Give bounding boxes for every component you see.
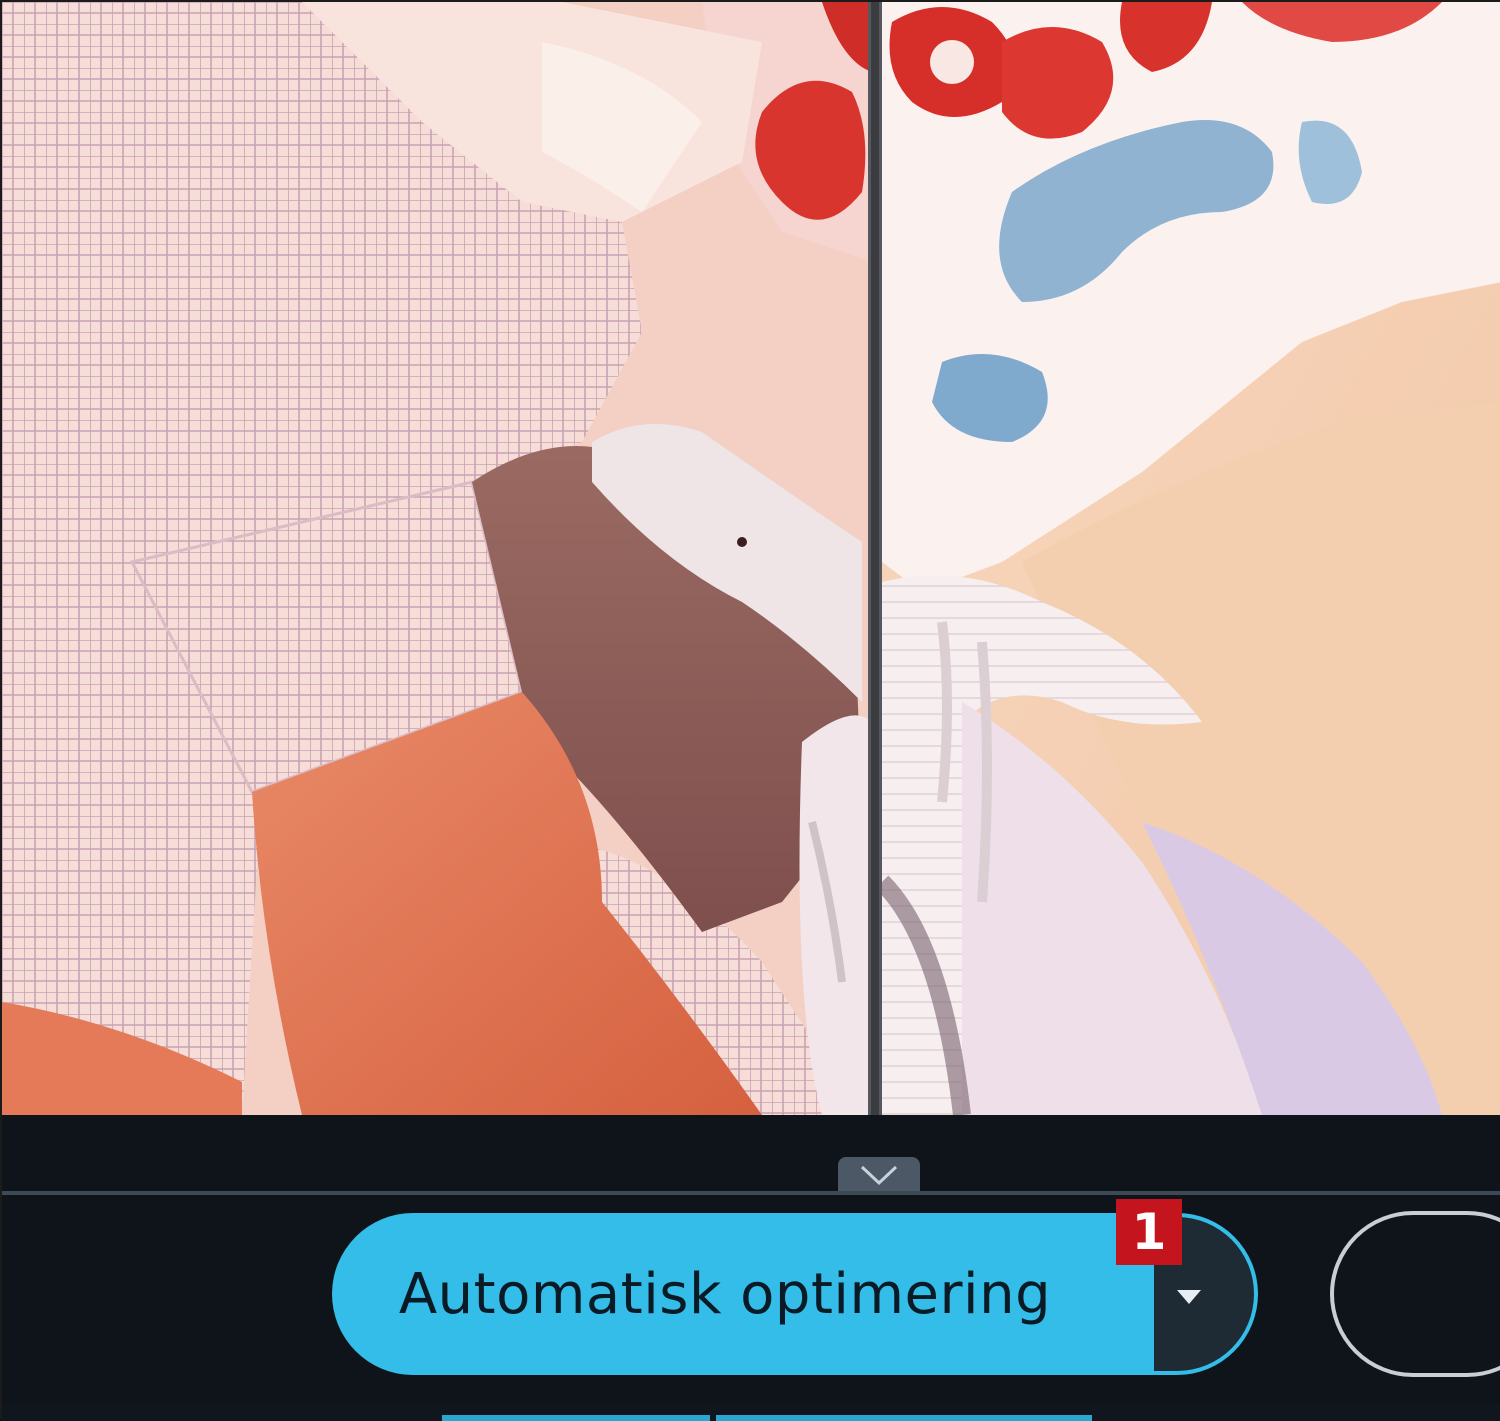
optimized-photo-image: [882, 2, 1500, 1115]
original-photo-pane: [2, 2, 872, 1115]
chevron-down-icon: [860, 1165, 898, 1186]
collapse-panel-button[interactable]: [838, 1157, 920, 1193]
step-number-badge: 1: [1116, 1199, 1182, 1265]
app-window: Automatisk optimering 1: [0, 0, 1500, 1421]
strip-segment: [442, 1415, 710, 1421]
toolbar-divider: [2, 1191, 1500, 1195]
photo-comparison-preview: [2, 2, 1500, 1115]
comparison-split-handle[interactable]: [868, 2, 882, 1115]
optimized-photo-pane: [882, 2, 1500, 1115]
caret-down-icon: [1177, 1290, 1201, 1304]
next-tool-button[interactable]: [1330, 1211, 1500, 1377]
strip-segment: [716, 1415, 1092, 1421]
bottom-toolbar: Automatisk optimering 1: [2, 1115, 1500, 1421]
auto-optimize-button[interactable]: Automatisk optimering: [332, 1213, 1158, 1375]
original-photo-image: [2, 2, 872, 1115]
auto-optimize-label: Automatisk optimering: [398, 1261, 1052, 1327]
